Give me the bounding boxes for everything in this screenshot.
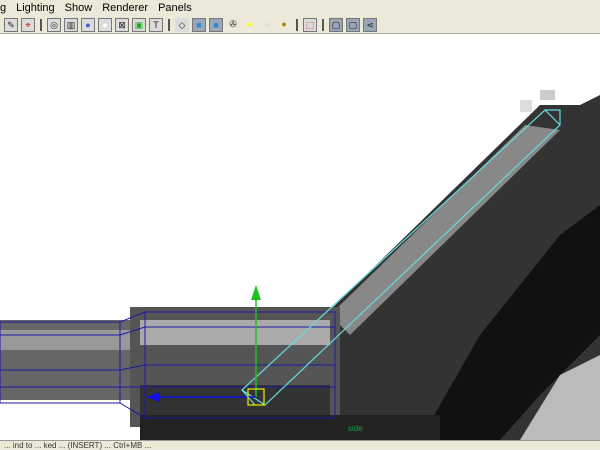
graph-icon[interactable]: ⋖	[363, 17, 377, 32]
help-line: ... ind to ... ked ... (INSERT) ... Ctrl…	[0, 440, 600, 450]
toolbar-separator	[296, 18, 298, 31]
checker-icon[interactable]: ✇	[226, 18, 240, 32]
toolbar-separator	[322, 18, 324, 31]
menu-renderer[interactable]: Renderer	[102, 2, 148, 14]
bookmark-icon[interactable]: ⌖	[21, 17, 35, 32]
smooth-shade-icon[interactable]: ●	[81, 17, 95, 32]
texture-icon[interactable]: ▣	[132, 17, 146, 32]
xray-joint-icon[interactable]: ■	[209, 17, 223, 32]
camera-attribute-icon[interactable]: ✎	[4, 17, 18, 32]
isolate-icon[interactable]: ◇	[175, 17, 189, 32]
lighting-default-icon[interactable]: ●	[243, 18, 257, 32]
menu-view[interactable]: g	[0, 2, 6, 14]
xray-icon[interactable]: ■	[192, 17, 206, 32]
quad-view-icon[interactable]: ▢	[329, 17, 343, 32]
flat-shade-icon[interactable]: ●	[98, 17, 112, 32]
lighting-shadow-icon[interactable]: ●	[277, 18, 291, 32]
toolbar-separator	[40, 18, 42, 31]
menu-panels[interactable]: Panels	[158, 2, 192, 14]
scene	[0, 90, 600, 440]
image-plane-icon[interactable]: ◎	[47, 17, 61, 32]
menu-show[interactable]: Show	[65, 2, 93, 14]
wireframe-icon[interactable]: ▥	[64, 17, 78, 32]
bounding-box-icon[interactable]: ⊠	[115, 17, 129, 32]
text-icon[interactable]: T	[149, 17, 163, 32]
viewport[interactable]	[0, 35, 600, 440]
toolbar-separator	[168, 18, 170, 31]
view-axis-label: side	[348, 424, 363, 433]
menu-bar: g Lighting Show Renderer Panels	[0, 0, 600, 16]
select-camera-icon[interactable]: ⬚	[303, 17, 317, 32]
panel-toolbar: ✎ ⌖ ◎ ▥ ● ● ⊠ ▣ T ◇ ■ ■ ✇ ● ● ● ⬚ ▢ ▢ ⋖	[0, 16, 600, 34]
two-view-icon[interactable]: ▢	[346, 17, 360, 32]
menu-lighting[interactable]: Lighting	[16, 2, 55, 14]
lighting-all-icon[interactable]: ●	[260, 18, 274, 32]
